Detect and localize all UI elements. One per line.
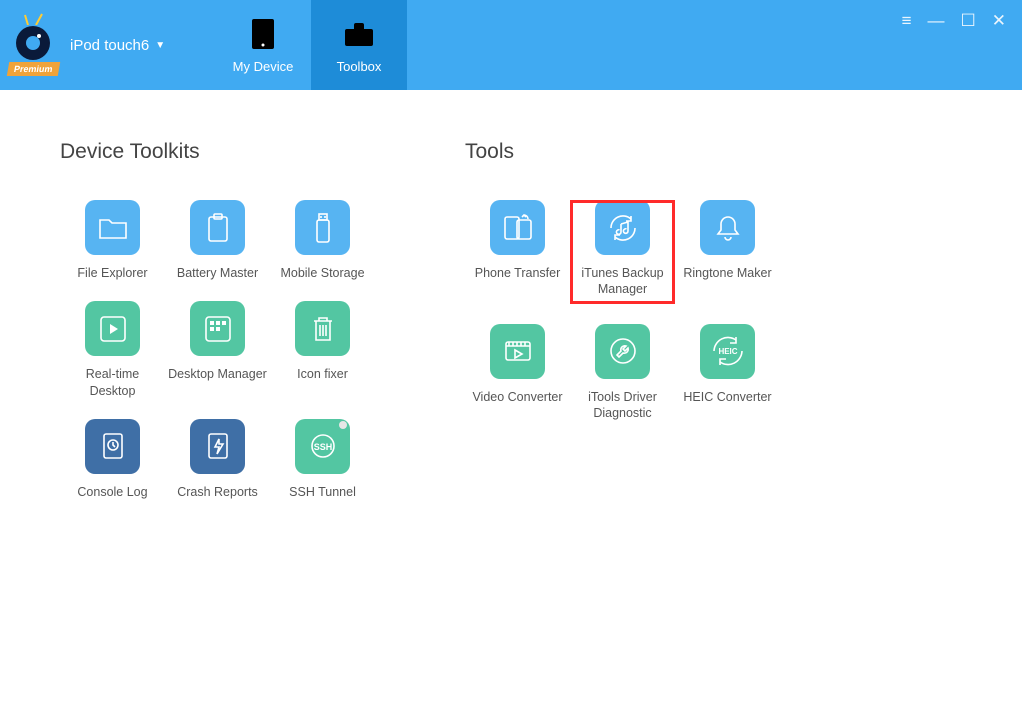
item-mobile-storage[interactable]: Mobile Storage <box>270 200 375 281</box>
item-ssh-tunnel[interactable]: SSH SSH Tunnel <box>270 419 375 500</box>
tablet-icon <box>246 17 280 51</box>
svg-text:HEIC: HEIC <box>718 347 737 356</box>
item-label: Ringtone Maker <box>683 265 771 281</box>
app-header: Premium iPod touch6 ▼ My Device Toolbox … <box>0 0 1022 90</box>
chevron-down-icon: ▼ <box>155 40 165 51</box>
crash-file-icon <box>190 419 245 474</box>
item-realtime-desktop[interactable]: Real-time Desktop <box>60 301 165 399</box>
item-ringtone-maker[interactable]: Ringtone Maker <box>675 200 780 304</box>
close-icon[interactable]: ✕ <box>992 12 1006 29</box>
item-label: SSH Tunnel <box>289 484 356 500</box>
film-icon <box>490 324 545 379</box>
tab-toolbox[interactable]: Toolbox <box>311 0 407 90</box>
minimize-icon[interactable]: — <box>928 12 945 29</box>
window-controls: ≡ — ☐ ✕ <box>902 0 1022 90</box>
music-sync-icon <box>595 200 650 255</box>
item-icon-fixer[interactable]: Icon fixer <box>270 301 375 399</box>
usb-icon <box>295 200 350 255</box>
item-label: Phone Transfer <box>475 265 560 281</box>
item-desktop-manager[interactable]: Desktop Manager <box>165 301 270 399</box>
heic-icon: HEIC <box>700 324 755 379</box>
tools-grid: Phone Transfer iTunes Backup Manager Rin… <box>465 200 780 421</box>
item-itunes-backup-manager[interactable]: iTunes Backup Manager <box>570 200 675 304</box>
menu-icon[interactable]: ≡ <box>902 12 912 29</box>
item-label: Real-time Desktop <box>63 366 163 399</box>
svg-text:SSH: SSH <box>313 442 332 452</box>
item-label: Console Log <box>77 484 147 500</box>
item-driver-diagnostic[interactable]: iTools Driver Diagnostic <box>570 324 675 422</box>
item-label: iTools Driver Diagnostic <box>573 389 673 422</box>
item-heic-converter[interactable]: HEIC HEIC Converter <box>675 324 780 422</box>
item-label: Video Converter <box>472 389 562 405</box>
item-video-converter[interactable]: Video Converter <box>465 324 570 422</box>
item-phone-transfer[interactable]: Phone Transfer <box>465 200 570 304</box>
premium-badge: Premium <box>7 62 60 76</box>
folder-icon <box>85 200 140 255</box>
main-tabs: My Device Toolbox <box>215 0 407 90</box>
tab-label: My Device <box>233 59 294 74</box>
apps-grid-icon <box>190 301 245 356</box>
bell-icon <box>700 200 755 255</box>
item-console-log[interactable]: Console Log <box>60 419 165 500</box>
item-label: File Explorer <box>77 265 147 281</box>
notification-dot-icon <box>339 421 347 429</box>
wrench-icon <box>595 324 650 379</box>
toolbox-icon <box>342 17 376 51</box>
device-selector[interactable]: iPod touch6 ▼ <box>70 37 165 54</box>
item-battery-master[interactable]: Battery Master <box>165 200 270 281</box>
item-label: Icon fixer <box>297 366 348 382</box>
item-label: Mobile Storage <box>280 265 364 281</box>
trash-icon <box>295 301 350 356</box>
content-area: Device Toolkits File Explorer Battery Ma… <box>0 90 1022 550</box>
item-label: HEIC Converter <box>683 389 771 405</box>
item-label: Desktop Manager <box>168 366 267 382</box>
clipboard-icon <box>190 200 245 255</box>
brand-section: Premium iPod touch6 ▼ <box>0 0 215 90</box>
item-crash-reports[interactable]: Crash Reports <box>165 419 270 500</box>
phone-transfer-icon <box>490 200 545 255</box>
tab-my-device[interactable]: My Device <box>215 0 311 90</box>
toolkits-grid: File Explorer Battery Master Mobile Stor… <box>60 200 375 500</box>
play-icon <box>85 301 140 356</box>
app-logo-icon: Premium <box>10 20 60 70</box>
device-name: iPod touch6 <box>70 37 149 54</box>
item-file-explorer[interactable]: File Explorer <box>60 200 165 281</box>
section-title: Device Toolkits <box>60 140 375 164</box>
maximize-icon[interactable]: ☐ <box>961 12 976 29</box>
log-file-icon <box>85 419 140 474</box>
item-label: Crash Reports <box>177 484 258 500</box>
item-label: iTunes Backup Manager <box>573 265 673 298</box>
section-title: Tools <box>465 140 780 164</box>
item-label: Battery Master <box>177 265 258 281</box>
device-toolkits-section: Device Toolkits File Explorer Battery Ma… <box>60 140 375 500</box>
tab-label: Toolbox <box>337 59 382 74</box>
tools-section: Tools Phone Transfer iTunes Backup Manag… <box>465 140 780 500</box>
